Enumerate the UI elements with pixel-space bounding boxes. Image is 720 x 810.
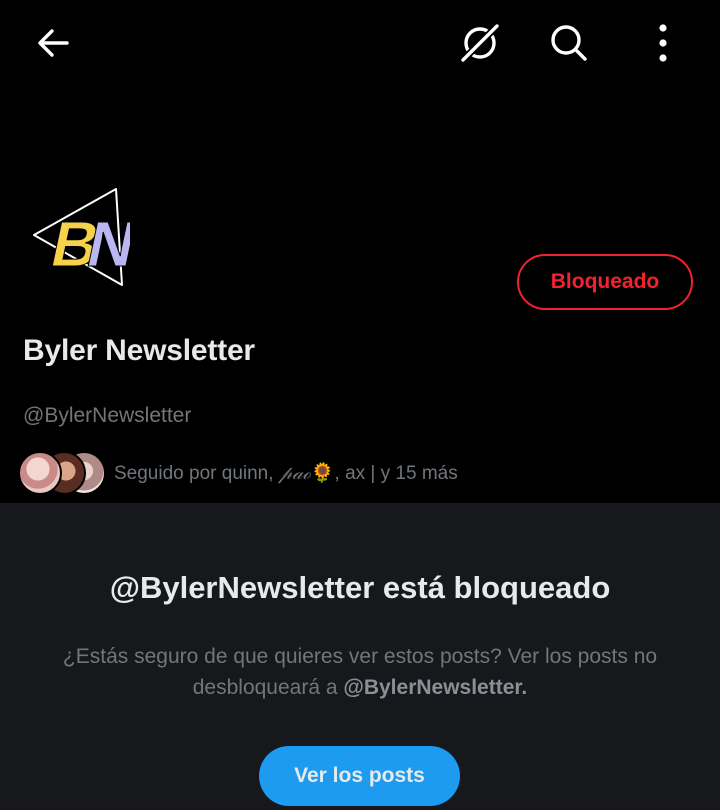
- more-button[interactable]: [633, 13, 693, 73]
- handle: @BylerNewsletter: [23, 404, 192, 427]
- stylized-name: 𝓅𝒶ℴ: [278, 462, 311, 484]
- blocked-button[interactable]: Bloqueado: [517, 254, 693, 310]
- top-bar: [0, 0, 720, 88]
- blocked-description: ¿Estás seguro de que quieres ver estos p…: [62, 645, 658, 699]
- search-icon: [551, 25, 587, 61]
- avatar[interactable]: B N: [26, 183, 143, 289]
- grok-button[interactable]: [450, 13, 510, 73]
- followed-by-row[interactable]: Seguido por quinn, 𝓅𝒶ℴ🌻, ax | y 15 más: [18, 449, 458, 497]
- back-button[interactable]: [23, 13, 83, 73]
- arrow-left-icon: [38, 29, 69, 57]
- sunflower-emoji: 🌻: [310, 463, 335, 484]
- follower-avatars: [18, 449, 110, 497]
- blocked-handle: @BylerNewsletter.: [343, 676, 528, 699]
- blocked-title: @BylerNewsletter está bloqueado: [109, 570, 611, 605]
- bn-logo-icon: B N: [33, 188, 143, 286]
- followed-by-text: Seguido por quinn, 𝓅𝒶ℴ🌻, ax | y 15 más: [114, 462, 458, 484]
- avatar: [18, 451, 62, 495]
- more-vertical-icon: [659, 24, 667, 62]
- search-button[interactable]: [539, 13, 599, 73]
- display-name: Byler Newsletter: [23, 334, 255, 367]
- profile-screen: B N Bloqueado Byler Newsletter @BylerNew…: [0, 0, 720, 810]
- grok-icon: [458, 21, 502, 65]
- view-posts-button[interactable]: Ver los posts: [259, 746, 460, 806]
